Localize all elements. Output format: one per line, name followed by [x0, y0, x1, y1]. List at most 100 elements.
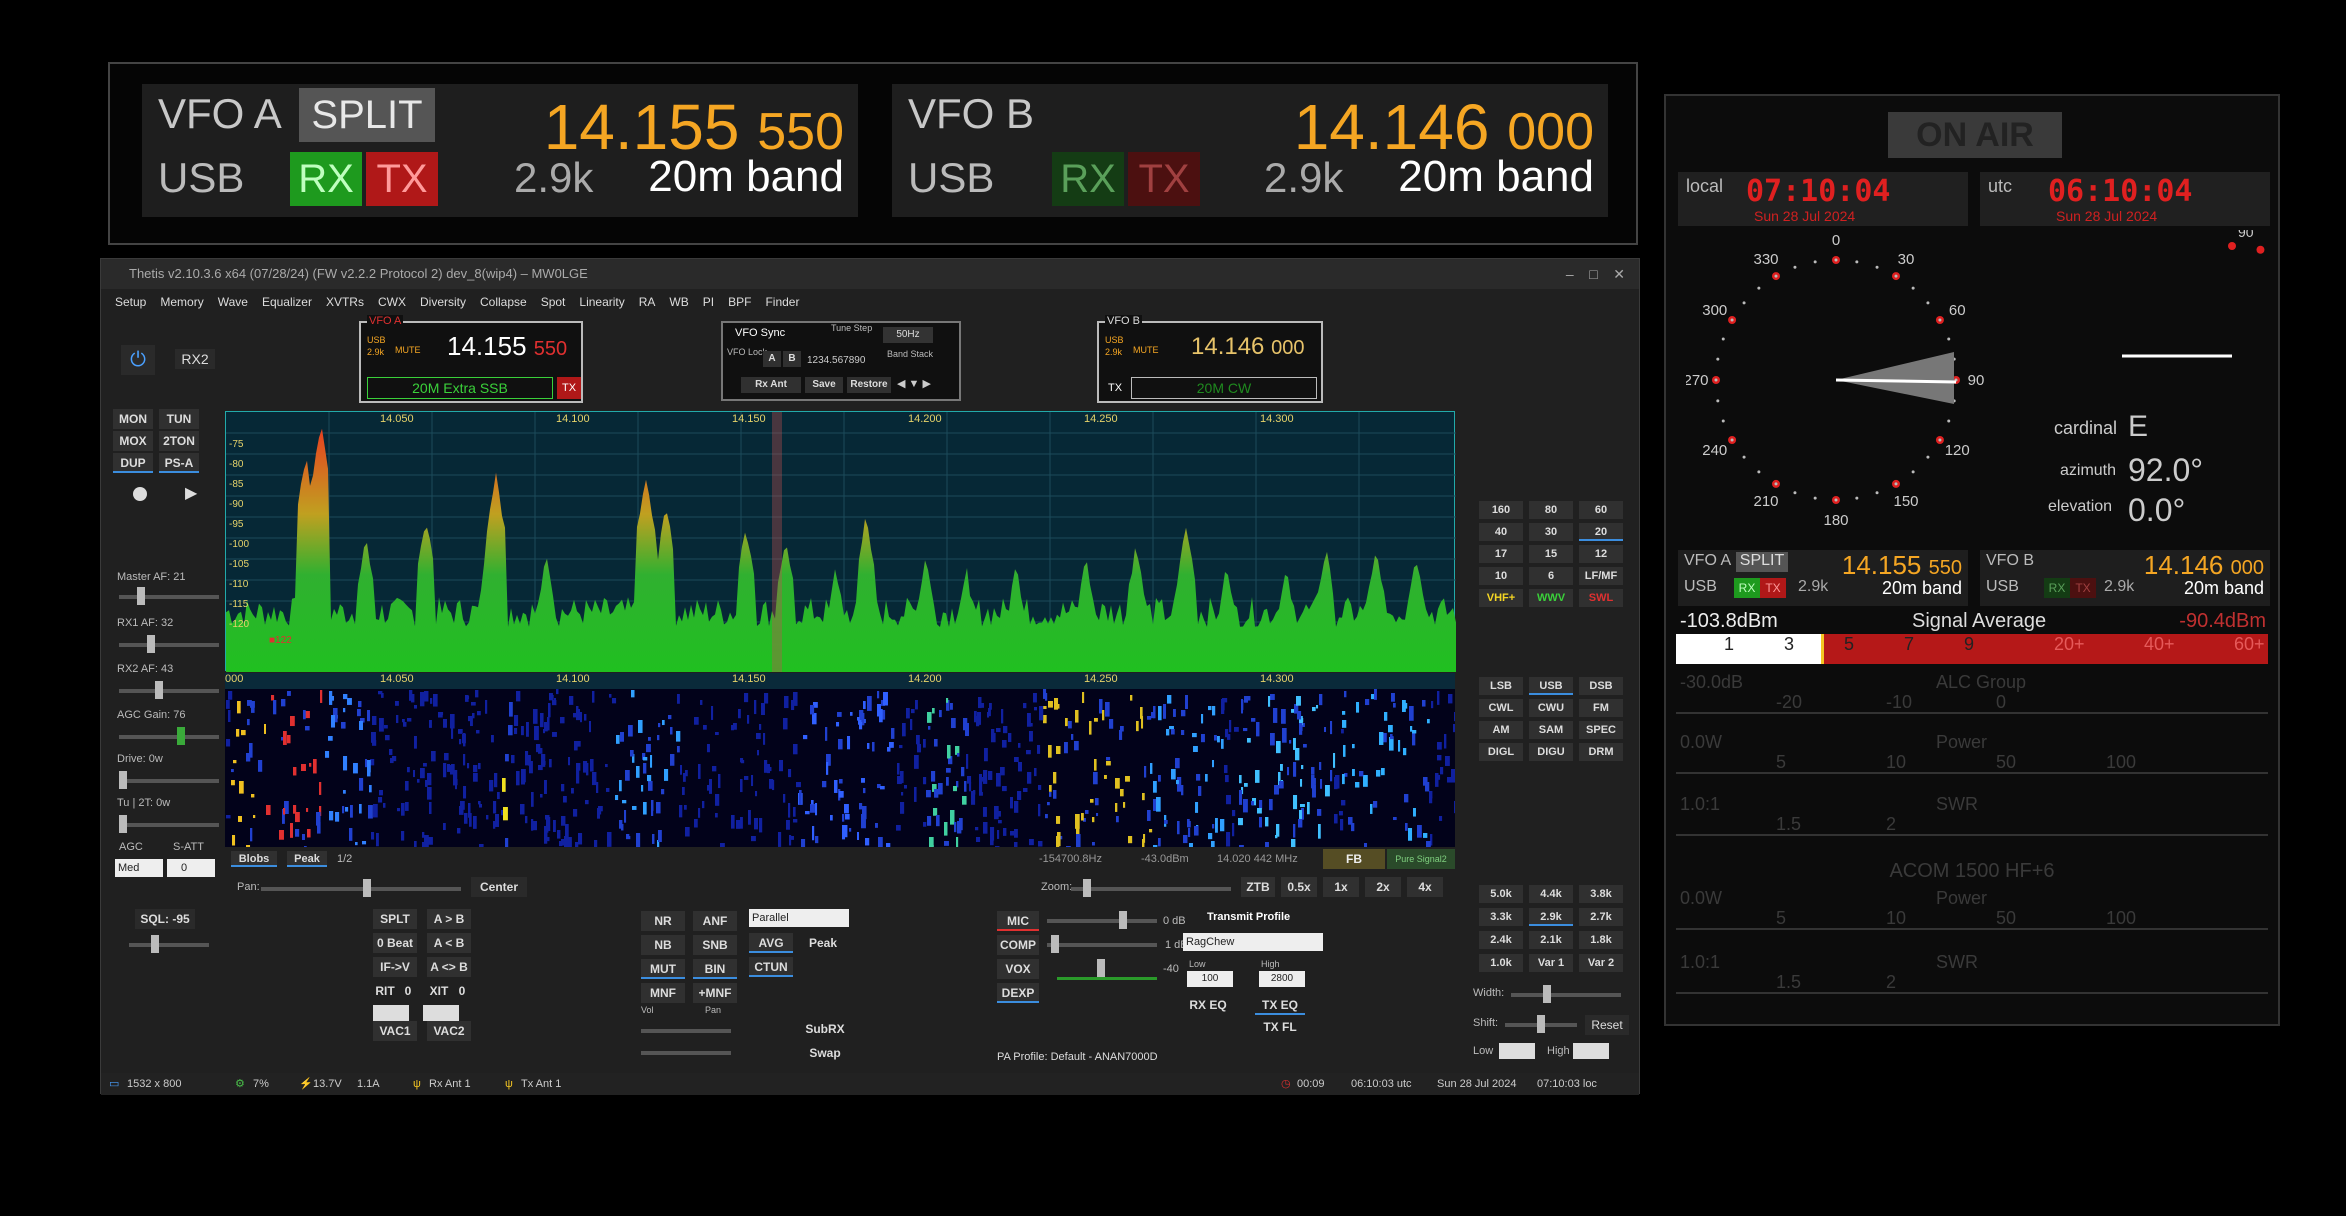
vfo-sync-button[interactable]: VFO Sync	[735, 327, 785, 339]
rx2-af-slider[interactable]	[119, 689, 219, 693]
dsp-snb-button[interactable]: SNB	[693, 935, 737, 955]
zoom-knob[interactable]	[1083, 879, 1091, 897]
band-10-button[interactable]: 10	[1479, 567, 1523, 585]
vfo-b-panel[interactable]: VFO B USB RX TX 14.146 000 2.9k 20m band	[892, 84, 1608, 217]
vfo-b-rx[interactable]: RX	[1052, 152, 1124, 206]
tx-filter-button[interactable]: TX FL	[1255, 1017, 1305, 1037]
comp-knob[interactable]	[1051, 935, 1059, 953]
menu-wave[interactable]: Wave	[218, 289, 248, 315]
dsp-plusmnf-button[interactable]: +MNF	[693, 983, 737, 1003]
menu-wb[interactable]: WB	[669, 289, 688, 315]
band-40-button[interactable]: 40	[1479, 523, 1523, 541]
dsp-anf-button[interactable]: ANF	[693, 911, 737, 931]
pan-knob[interactable]	[363, 879, 371, 897]
squelch-slider[interactable]	[129, 943, 209, 947]
dsp-bin-button[interactable]: BIN	[693, 959, 737, 979]
rx-vol-slider[interactable]	[641, 1029, 731, 1033]
filter-var2-button[interactable]: Var 2	[1579, 954, 1623, 972]
rx1-af-slider[interactable]	[119, 643, 219, 647]
dsp-nr-button[interactable]: NR	[641, 911, 685, 931]
agc-gain-knob[interactable]	[177, 727, 185, 745]
vfo-op-3[interactable]: A < B	[427, 933, 471, 953]
s-att-stepper[interactable]: 0	[167, 859, 215, 877]
mode-drm-button[interactable]: DRM	[1579, 743, 1623, 761]
mode-usb-button[interactable]: USB	[1529, 677, 1573, 695]
tune-drive-knob[interactable]	[119, 815, 127, 833]
agc-gain-slider[interactable]	[119, 735, 219, 739]
filter-width-knob[interactable]	[1543, 985, 1551, 1003]
vfo-op-11[interactable]: VAC2	[427, 1021, 471, 1041]
vfo-op-6[interactable]: RIT	[373, 981, 397, 1001]
master-af-slider[interactable]	[119, 595, 219, 599]
vfo-a-tx-button[interactable]: TX	[557, 377, 581, 399]
band-6-button[interactable]: 6	[1529, 567, 1573, 585]
band-vhf-button[interactable]: VHF+	[1479, 589, 1523, 607]
rx-ant-button[interactable]: Rx Ant	[741, 377, 801, 393]
mode-fm-button[interactable]: FM	[1579, 699, 1623, 717]
zoom-2x-button[interactable]: 2x	[1365, 877, 1401, 897]
vfo-b-tx[interactable]: TX	[1128, 152, 1200, 206]
mode-dsb-button[interactable]: DSB	[1579, 677, 1623, 695]
drive-slider[interactable]	[119, 779, 219, 783]
play-icon[interactable]: ▶	[185, 483, 197, 503]
vfo-op-4[interactable]: IF->V	[373, 957, 417, 977]
filter-44k-button[interactable]: 4.4k	[1529, 885, 1573, 903]
vfo-lock-a[interactable]: A	[763, 351, 781, 367]
menu-finder[interactable]: Finder	[765, 289, 799, 315]
menu-memory[interactable]: Memory	[160, 289, 203, 315]
xit-value-input[interactable]	[423, 1005, 459, 1021]
zoom-0.5x-button[interactable]: 0.5x	[1281, 877, 1317, 897]
filter-27k-button[interactable]: 2.7k	[1579, 908, 1623, 926]
rx-pan-slider[interactable]	[641, 1051, 731, 1055]
filter-29k-button[interactable]: 2.9k	[1529, 908, 1573, 926]
band-stack-nav-icons[interactable]: ◀ ▼ ▶	[897, 377, 931, 390]
mini-vfo-a[interactable]: VFO A SPLIT USB RX TX 14.155 550 2.9k 20…	[1678, 550, 1968, 606]
dup-button[interactable]: DUP	[113, 453, 153, 473]
vfo-b-box-frequency[interactable]: 14.146 000	[1191, 333, 1304, 361]
vfo-op-5[interactable]: A <> B	[427, 957, 471, 977]
menu-cwx[interactable]: CWX	[378, 289, 406, 315]
fb-button[interactable]: FB	[1323, 849, 1385, 869]
ctun-button[interactable]: CTUN	[749, 957, 793, 977]
record-icon[interactable]	[133, 487, 147, 501]
filter-var1-button[interactable]: Var 1	[1529, 954, 1573, 972]
vfo-op-0[interactable]: SPLT	[373, 909, 417, 929]
band-20-button[interactable]: 20	[1579, 523, 1623, 541]
vox-button[interactable]: VOX	[997, 959, 1039, 979]
band-15-button[interactable]: 15	[1529, 545, 1573, 563]
menu-diversity[interactable]: Diversity	[420, 289, 466, 315]
mic-button[interactable]: MIC	[997, 911, 1039, 931]
filter-21k-button[interactable]: 2.1k	[1529, 931, 1573, 949]
filter-width-slider[interactable]	[1511, 993, 1621, 997]
band-160-button[interactable]: 160	[1479, 501, 1523, 519]
vfo-op-10[interactable]: VAC1	[373, 1021, 417, 1041]
menu-pi[interactable]: PI	[703, 289, 714, 315]
filter-18k-button[interactable]: 1.8k	[1579, 931, 1623, 949]
vfo-a-panel[interactable]: VFO A SPLIT USB RX TX 14.155 550 2.9k 20…	[142, 84, 858, 217]
comp-slider[interactable]	[1047, 943, 1157, 947]
filter-24k-button[interactable]: 2.4k	[1479, 931, 1523, 949]
tune-step-select[interactable]: 50Hz	[883, 327, 933, 343]
vfo-a-tx[interactable]: TX	[366, 152, 438, 206]
vfo-op-1[interactable]: A > B	[427, 909, 471, 929]
drive-knob[interactable]	[119, 771, 127, 789]
vfo-op-2[interactable]: 0 Beat	[373, 933, 417, 953]
vfo-op-8[interactable]: XIT	[427, 981, 451, 1001]
menu-spot[interactable]: Spot	[541, 289, 566, 315]
mode-cwu-button[interactable]: CWU	[1529, 699, 1573, 717]
mode-lsb-button[interactable]: LSB	[1479, 677, 1523, 695]
mode-am-button[interactable]: AM	[1479, 721, 1523, 739]
filter-33k-button[interactable]: 3.3k	[1479, 908, 1523, 926]
band-12-button[interactable]: 12	[1579, 545, 1623, 563]
vfo-op-7[interactable]: 0	[401, 981, 415, 1001]
mini-vfo-a-tx[interactable]: TX	[1760, 578, 1786, 598]
band-30-button[interactable]: 30	[1529, 523, 1573, 541]
rx-eq-button[interactable]: RX EQ	[1183, 995, 1233, 1015]
filter-10k-button[interactable]: 1.0k	[1479, 954, 1523, 972]
vfo-a-rx[interactable]: RX	[290, 152, 362, 206]
rx2-af-knob[interactable]	[155, 681, 163, 699]
filter-38k-button[interactable]: 3.8k	[1579, 885, 1623, 903]
ps-a-button[interactable]: PS-A	[159, 453, 199, 473]
dexp-button[interactable]: DEXP	[997, 983, 1039, 1003]
subrx-button[interactable]: SubRX	[801, 1019, 849, 1039]
